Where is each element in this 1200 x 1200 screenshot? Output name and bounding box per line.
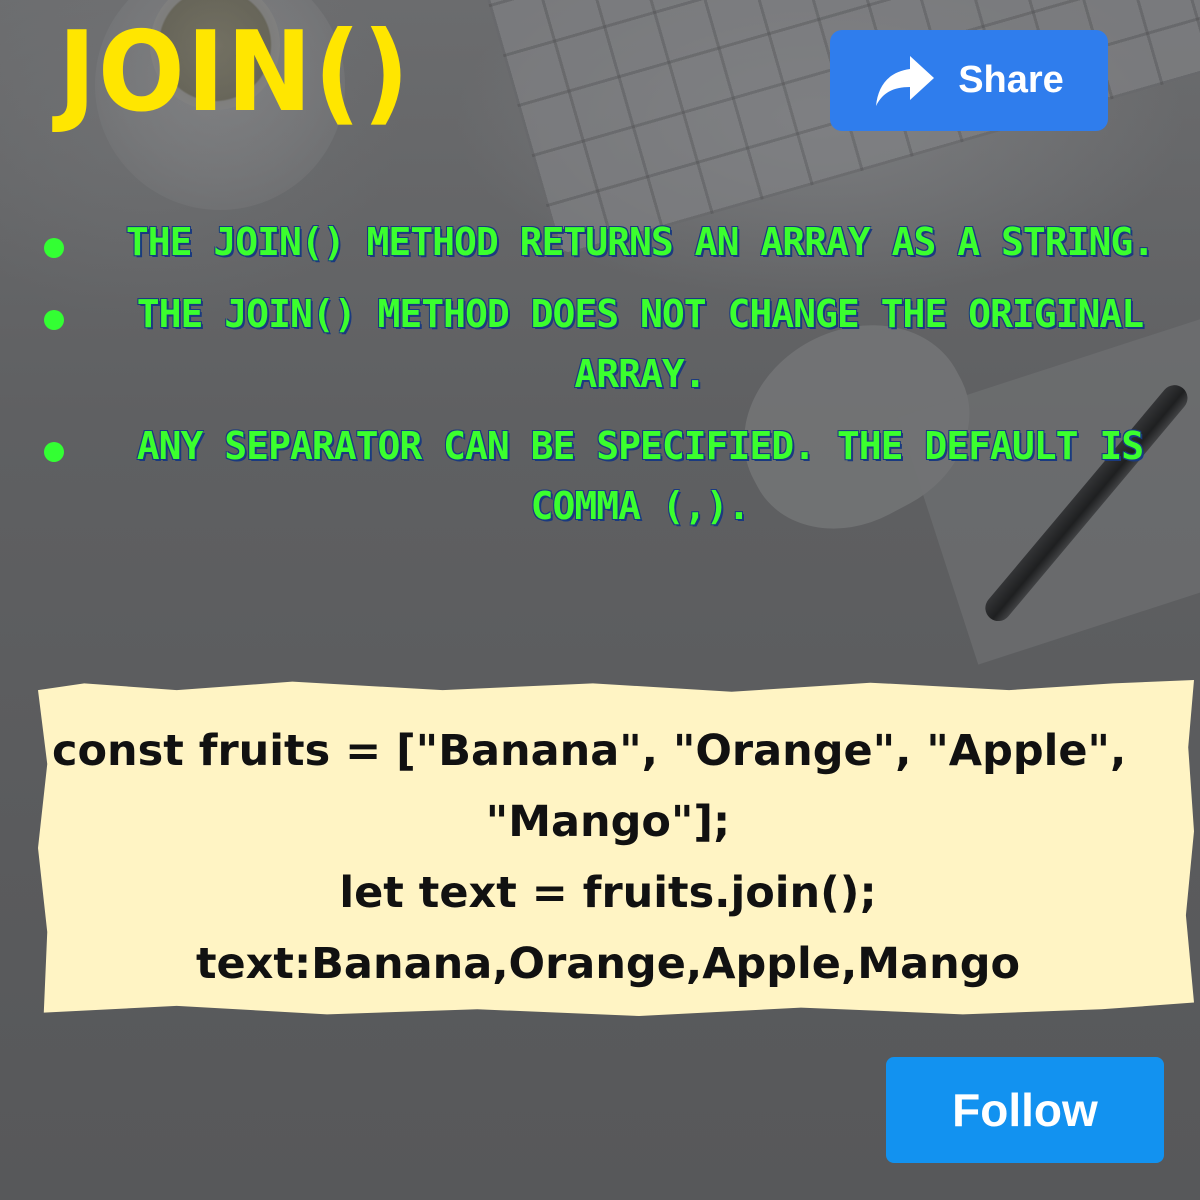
bullet-item: Any separator can be specified. The defa…	[30, 416, 1180, 536]
bullet-dot-icon	[44, 238, 64, 258]
page-title: JOIN()	[58, 8, 412, 137]
share-button[interactable]: Share	[830, 30, 1108, 131]
bullet-item: The join() method does not change the or…	[30, 284, 1180, 404]
bullet-dot-icon	[44, 310, 64, 330]
share-button-label: Share	[958, 59, 1064, 101]
share-arrow-icon	[874, 54, 936, 108]
code-line: let text = fruits.join();	[339, 868, 877, 918]
follow-button[interactable]: Follow	[886, 1057, 1164, 1163]
code-output-line: text:Banana,Orange,Apple,Mango	[195, 939, 1021, 989]
bullet-text: The join() method does not change the or…	[136, 292, 1144, 396]
code-line: const fruits = ["Banana", "Orange", "App…	[52, 726, 1127, 776]
bullet-dot-icon	[44, 442, 64, 462]
bullet-item: The join() method returns an array as a …	[30, 212, 1180, 272]
bullet-text: Any separator can be specified. The defa…	[136, 424, 1144, 528]
post-canvas: JOIN() Share The join() method returns a…	[0, 0, 1200, 1200]
follow-button-label: Follow	[952, 1084, 1098, 1136]
feature-bullet-list: The join() method returns an array as a …	[30, 212, 1180, 536]
code-example: const fruits = ["Banana", "Orange", "App…	[38, 716, 1178, 1000]
code-line: "Mango"];	[485, 797, 731, 847]
bullet-text: The join() method returns an array as a …	[125, 220, 1155, 264]
